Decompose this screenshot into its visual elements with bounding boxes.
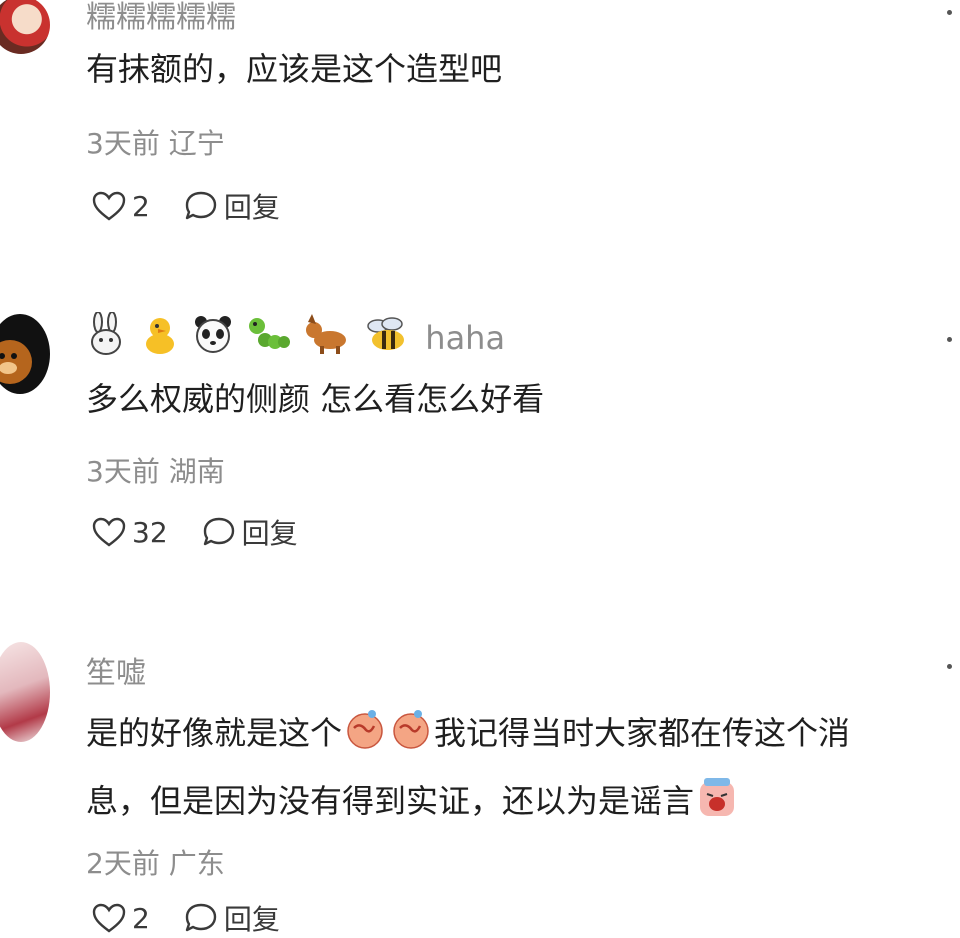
like-count: 2 — [132, 189, 150, 223]
heart-icon — [92, 903, 126, 933]
reply-button[interactable]: 回复 — [202, 512, 298, 552]
username[interactable]: 糯糯糯糯糯 — [86, 0, 236, 36]
dog-icon — [304, 312, 350, 364]
comment-location: 湖南 — [168, 455, 225, 488]
comment-time: 3天前 — [86, 127, 160, 160]
comment-location: 广东 — [168, 847, 225, 880]
more-icon[interactable] — [947, 337, 952, 342]
comment-bubble-icon — [184, 190, 218, 222]
username-row[interactable]: haha — [86, 311, 505, 364]
chick-icon — [140, 312, 180, 364]
comment-location: 辽宁 — [168, 127, 225, 160]
comment-time: 2天前 — [86, 847, 160, 880]
bee-icon — [364, 312, 410, 364]
reply-label: 回复 — [223, 903, 280, 936]
reply-label: 回复 — [241, 517, 298, 550]
comment-actions: 32 回复 — [92, 512, 298, 552]
caterpillar-icon — [247, 312, 291, 364]
crying-emoji-icon — [696, 776, 738, 838]
reply-button[interactable]: 回复 — [184, 186, 280, 226]
username[interactable]: haha — [425, 319, 505, 357]
avatar[interactable] — [0, 642, 50, 742]
more-icon[interactable] — [947, 664, 952, 669]
comment-actions: 2 回复 — [92, 898, 280, 938]
avatar[interactable] — [0, 314, 50, 394]
heart-icon — [92, 517, 126, 547]
username[interactable]: 笙嘘 — [86, 648, 146, 692]
comment-meta: 2天前 广东 — [86, 842, 225, 882]
more-icon[interactable] — [947, 10, 952, 15]
comment-bubble-icon — [184, 902, 218, 934]
like-button[interactable]: 32 — [92, 516, 168, 549]
like-count: 2 — [132, 901, 150, 935]
facepalm-emoji-icon — [390, 708, 432, 770]
comment-text-part: 息，但是因为没有得到实证，还以为是谣言 — [86, 782, 695, 820]
heart-icon — [92, 191, 126, 221]
rabbit-icon — [86, 311, 126, 364]
like-button[interactable]: 2 — [92, 902, 150, 935]
like-count: 32 — [132, 515, 168, 549]
avatar[interactable] — [0, 0, 50, 54]
comment-meta: 3天前 辽宁 — [86, 122, 225, 162]
reply-label: 回复 — [223, 191, 280, 224]
like-button[interactable]: 2 — [92, 190, 150, 223]
reply-button[interactable]: 回复 — [184, 898, 280, 938]
comment-text: 有抹额的，应该是这个造型吧 — [86, 50, 503, 88]
comment-time: 3天前 — [86, 455, 160, 488]
comment-text: 是的好像就是这个 我记得当时大家都在传这个消 息，但是因为没有得到实证，还以为是谣… — [86, 702, 850, 838]
comment-meta: 3天前 湖南 — [86, 450, 225, 490]
comment-actions: 2 回复 — [92, 186, 280, 226]
panda-icon — [193, 312, 233, 364]
comment-bubble-icon — [202, 516, 236, 548]
comment-text-part: 我记得当时大家都在传这个消 — [434, 714, 851, 752]
facepalm-emoji-icon — [344, 708, 386, 770]
comment-text: 多么权威的侧颜 怎么看怎么好看 — [86, 380, 545, 418]
comment-text-part: 是的好像就是这个 — [86, 714, 343, 752]
